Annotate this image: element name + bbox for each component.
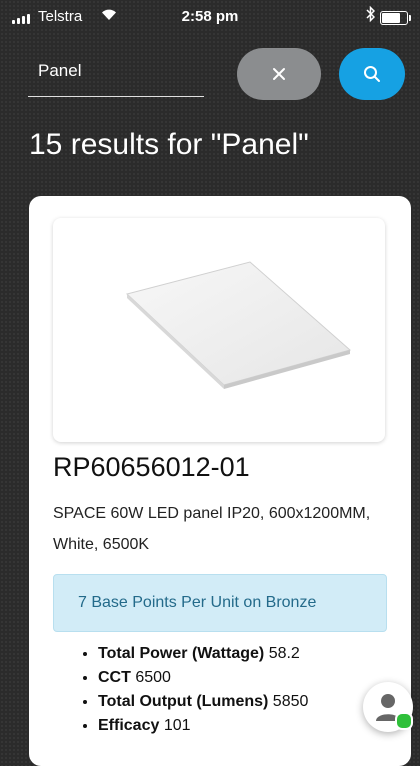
- spec-item: Total Power (Wattage) 58.2: [98, 642, 308, 666]
- search-icon: [364, 66, 380, 82]
- search-button[interactable]: [339, 48, 405, 100]
- results-heading: 15 results for "Panel": [29, 128, 309, 161]
- status-bar: Telstra 2:58 pm: [0, 0, 420, 34]
- product-description: SPACE 60W LED panel IP20, 600x1200MM, Wh…: [53, 505, 371, 553]
- bluetooth-icon: [366, 5, 376, 27]
- close-icon: [273, 68, 285, 80]
- online-status-dot: [395, 712, 413, 730]
- product-card[interactable]: RP60656012-01 SPACE 60W LED panel IP20, …: [29, 196, 411, 766]
- search-field[interactable]: [28, 52, 204, 97]
- points-badge: 7 Base Points Per Unit on Bronze: [53, 574, 387, 632]
- led-panel-image: [125, 261, 352, 389]
- spec-value: 101: [163, 717, 191, 734]
- spec-item: CCT 6500: [98, 666, 308, 690]
- clock: 2:58 pm: [181, 8, 239, 25]
- points-label: 7 Base Points Per Unit on Bronze: [78, 594, 317, 611]
- spec-item: Total Output (Lumens) 5850: [98, 690, 308, 714]
- spec-value: 6500: [135, 669, 171, 686]
- clear-search-button[interactable]: [237, 48, 321, 100]
- spec-label: Total Output (Lumens): [98, 693, 269, 710]
- battery-fill: [382, 13, 401, 23]
- spec-list: Total Power (Wattage) 58.2 CCT 6500 Tota…: [74, 642, 308, 738]
- product-image[interactable]: [53, 218, 385, 442]
- spec-item: Efficacy 101: [98, 714, 308, 738]
- spec-label: Total Power (Wattage): [98, 645, 265, 662]
- spec-value: 5850: [272, 693, 309, 710]
- search-input[interactable]: [28, 52, 198, 81]
- spec-label: Efficacy: [98, 717, 160, 734]
- spec-label: CCT: [98, 669, 131, 686]
- product-sku[interactable]: RP60656012-01: [53, 452, 250, 483]
- battery-icon: [380, 11, 411, 25]
- spec-value: 58.2: [268, 645, 300, 662]
